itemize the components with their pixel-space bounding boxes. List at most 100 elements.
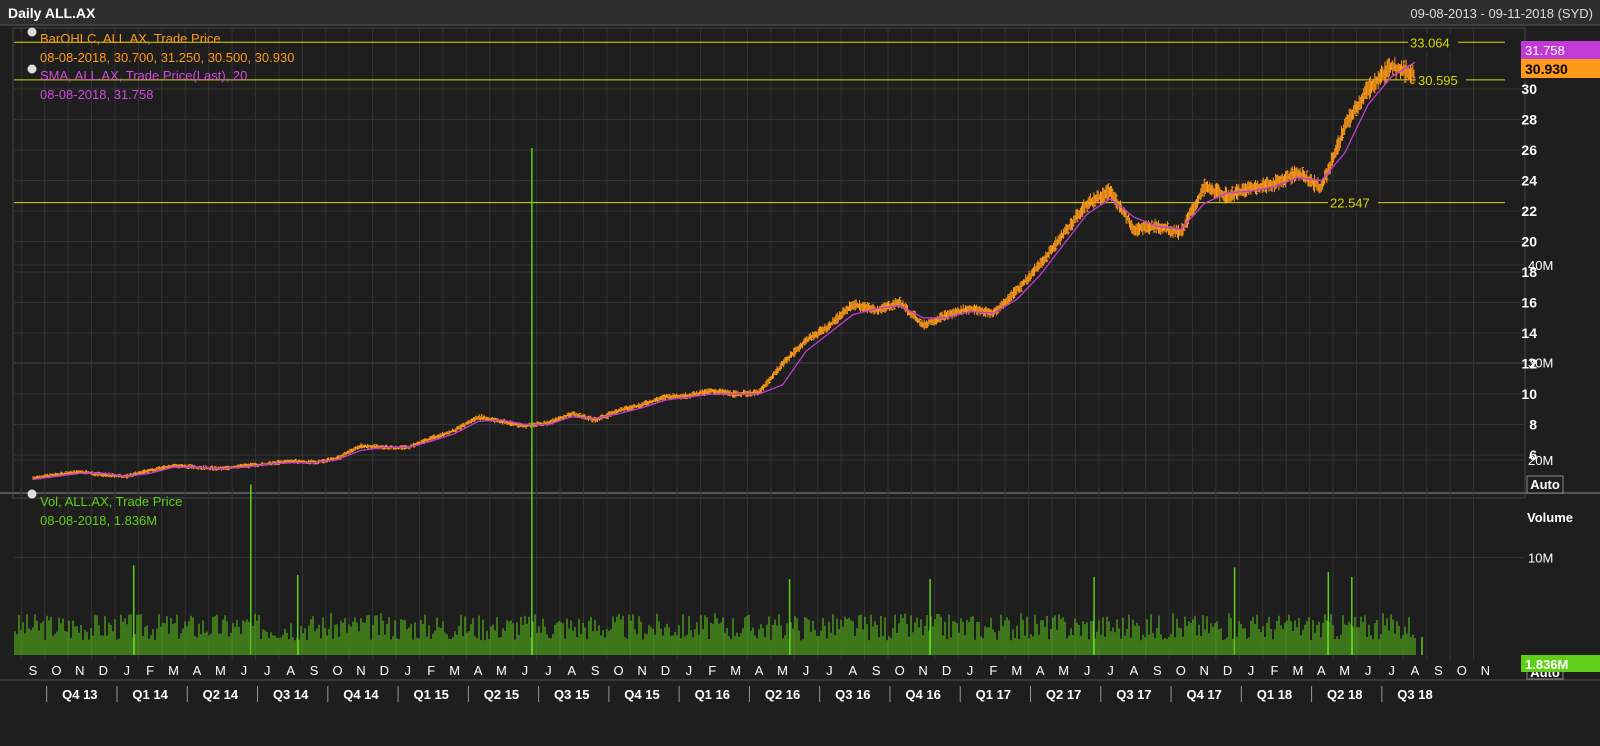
price-axis-tick: 8 (1529, 417, 1537, 433)
reference-line-label: 22.547 (1330, 196, 1370, 211)
volume-axis-tick: 20M (1528, 453, 1553, 468)
month-label: M (1339, 663, 1350, 678)
volume-legend-values: 08-08-2018, 1.836M (40, 513, 157, 528)
quarter-label: Q3 15 (554, 687, 589, 702)
month-label: N (75, 663, 84, 678)
month-label: D (942, 663, 951, 678)
quarter-label: Q1 18 (1257, 687, 1292, 702)
month-label: J (1365, 663, 1372, 678)
month-label: O (1176, 663, 1186, 678)
month-label: J (522, 663, 529, 678)
month-label: A (1317, 663, 1326, 678)
volume-axis-tick: 30M (1528, 356, 1553, 371)
quarter-label: Q2 14 (203, 687, 239, 702)
month-label: M (168, 663, 179, 678)
volume-axis-tick: 40M (1528, 258, 1553, 273)
month-label: J (803, 663, 810, 678)
month-label: A (1411, 663, 1420, 678)
price-axis-tick: 24 (1521, 173, 1537, 189)
month-label: M (1011, 663, 1022, 678)
price-axis-tick: 28 (1521, 112, 1537, 128)
header-bar (0, 0, 1600, 25)
quarter-label: Q3 16 (835, 687, 870, 702)
month-label: D (1223, 663, 1232, 678)
volume-legend-series: Vol, ALL.AX, Trade Price (40, 494, 182, 509)
month-label: N (918, 663, 927, 678)
quarter-label: Q4 14 (343, 687, 379, 702)
price-axis-tick: 14 (1521, 325, 1537, 341)
month-label: O (51, 663, 61, 678)
quarter-label: Q2 18 (1327, 687, 1362, 702)
sma-last-value: 31.758 (1525, 43, 1565, 58)
month-label: J (1248, 663, 1255, 678)
quarter-label: Q2 17 (1046, 687, 1081, 702)
month-label: M (730, 663, 741, 678)
month-label: M (496, 663, 507, 678)
month-label: F (427, 663, 435, 678)
month-label: J (1107, 663, 1114, 678)
reference-line-label: 33.064 (1410, 35, 1450, 50)
quarter-label: Q3 14 (273, 687, 309, 702)
month-label: A (474, 663, 483, 678)
month-label: J (545, 663, 552, 678)
month-label: J (264, 663, 271, 678)
month-label: N (1199, 663, 1208, 678)
month-label: O (332, 663, 342, 678)
month-label: S (1434, 663, 1443, 678)
quarter-label: Q1 16 (695, 687, 730, 702)
quarter-label: Q4 17 (1186, 687, 1221, 702)
quarter-label: Q1 17 (976, 687, 1011, 702)
price-legend-series: BarOHLC, ALL.AX, Trade Price (40, 31, 221, 46)
date-range: 09-08-2013 - 09-11-2018 (SYD) (1410, 6, 1593, 21)
sma-legend-values: 08-08-2018, 31.758 (40, 87, 153, 102)
month-label: F (989, 663, 997, 678)
month-label: J (405, 663, 412, 678)
quarter-label: Q4 13 (62, 687, 97, 702)
quarter-label: Q4 15 (624, 687, 659, 702)
month-label: N (356, 663, 365, 678)
price-axis-tick: 10 (1521, 386, 1537, 402)
price-last-value: 30.930 (1525, 61, 1568, 77)
quarter-label: Q1 15 (413, 687, 448, 702)
month-label: A (848, 663, 857, 678)
volume-last-value: 1.836M (1525, 657, 1568, 672)
month-label: D (661, 663, 670, 678)
month-label: S (872, 663, 881, 678)
month-label: A (1036, 663, 1045, 678)
month-label: D (380, 663, 389, 678)
price-auto-label: Auto (1530, 477, 1560, 492)
month-label: A (286, 663, 295, 678)
chart-window: Daily ALL.AX 09-08-2013 - 09-11-2018 (SY… (0, 0, 1600, 741)
month-label: F (146, 663, 154, 678)
month-label: M (215, 663, 226, 678)
quarter-label: Q2 16 (765, 687, 800, 702)
month-label: J (686, 663, 693, 678)
month-label: J (826, 663, 833, 678)
month-label: M (1292, 663, 1303, 678)
month-label: F (1270, 663, 1278, 678)
month-label: J (967, 663, 974, 678)
price-axis-tick: 16 (1521, 295, 1537, 311)
legend-toggle-icon[interactable] (27, 489, 37, 499)
month-label: O (614, 663, 624, 678)
month-label: D (99, 663, 108, 678)
month-label: A (755, 663, 764, 678)
quarter-label: Q3 18 (1397, 687, 1432, 702)
month-label: J (241, 663, 248, 678)
legend-toggle-icon[interactable] (27, 27, 37, 37)
month-label: S (29, 663, 38, 678)
month-label: S (310, 663, 319, 678)
chart-background (0, 0, 1600, 741)
legend-toggle-icon[interactable] (27, 64, 37, 74)
month-label: N (637, 663, 646, 678)
price-axis-tick: 20 (1521, 234, 1537, 250)
month-label: J (1388, 663, 1395, 678)
quarter-label: Q2 15 (484, 687, 519, 702)
month-label: S (1153, 663, 1162, 678)
month-label: J (123, 663, 130, 678)
month-label: A (193, 663, 202, 678)
month-label: M (449, 663, 460, 678)
month-label: O (1457, 663, 1467, 678)
chart-title: Daily ALL.AX (8, 5, 96, 21)
volume-axis-tick: 10M (1528, 551, 1553, 566)
